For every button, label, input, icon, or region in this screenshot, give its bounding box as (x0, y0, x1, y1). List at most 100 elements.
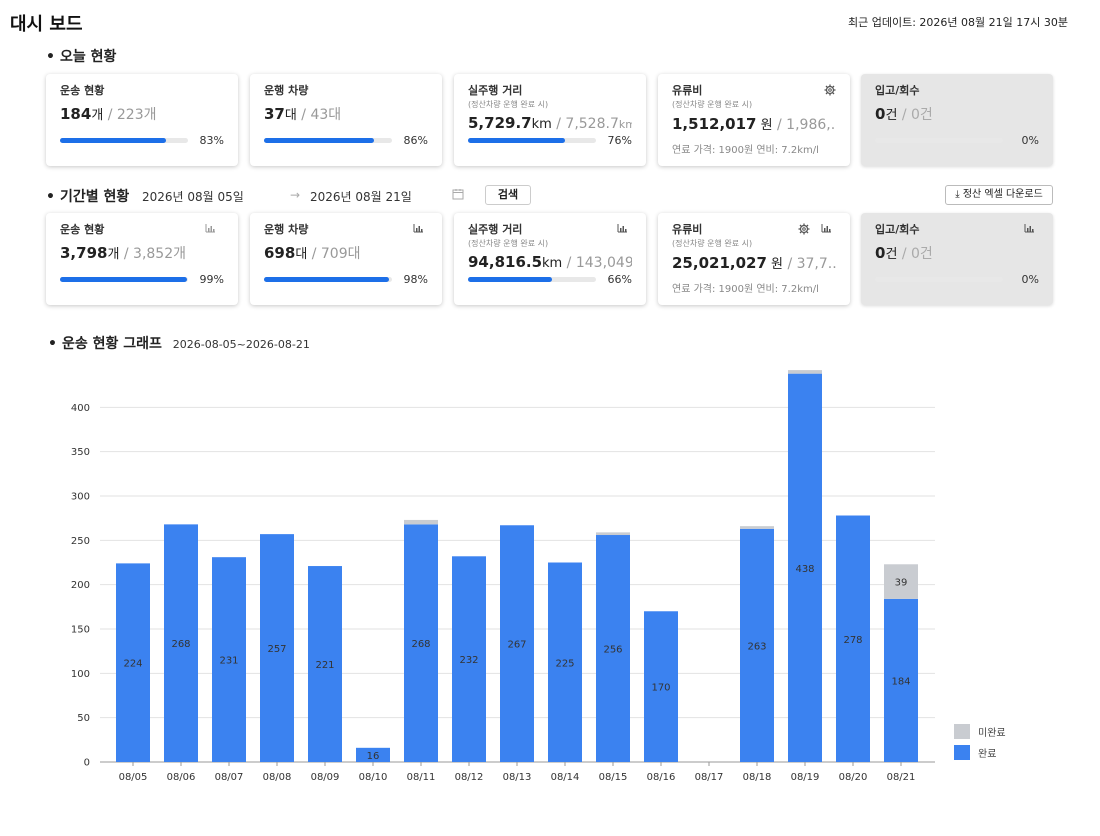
card-value-number: 0 (875, 244, 886, 262)
card-value-unit: km (542, 256, 563, 271)
x-tick-label: 08/21 (887, 772, 916, 783)
card-value-unit: 원 (756, 118, 773, 133)
progress-track (875, 277, 1003, 282)
card-vehicle-period: 운행 차량 698대 / 709대 98% (250, 213, 442, 305)
bullet-icon: • (46, 189, 55, 205)
card-value-total: / 37,7... (783, 256, 836, 272)
card-value-unit: 건 (885, 108, 898, 123)
progress-bar: 76% (468, 134, 632, 147)
x-tick-label: 08/07 (215, 772, 244, 783)
card-value-total: / 7,528.7km (552, 116, 632, 132)
delivery-status-chart: 0 50 100 150 200 250 300 350 400 224 08/05 268 08/06… (0, 360, 1100, 800)
card-subtitle: (정산차량 운행 완료 시) (672, 239, 753, 248)
bar-value-label: 438 (795, 564, 814, 575)
card-total-unit: km (618, 118, 632, 131)
bar-value-label: 278 (843, 635, 862, 646)
card-value-total: / 0건 (897, 246, 933, 262)
section-title-chart: • 운송 현황 그래프 2026-08-05~2026-08-21 (48, 333, 310, 353)
bar-value-label: 224 (123, 659, 142, 670)
card-distance-today: 실주행 거리 (정산차량 운행 완료 시) 5,729.7km / 7,528.7k… (454, 74, 646, 166)
card-value-total: / 3,852개 (119, 246, 186, 262)
card-total-text: / 7,528.7 (551, 116, 619, 132)
x-tick-label: 08/08 (263, 772, 292, 783)
calendar-icon[interactable] (452, 188, 464, 203)
progress-track (468, 277, 596, 282)
card-value-total: / 43대 (297, 107, 341, 123)
bar-chart-icon[interactable] (205, 223, 216, 236)
progress-bar: 86% (264, 134, 428, 147)
search-button[interactable]: 검색 (485, 185, 531, 205)
progress-bar: 66% (468, 273, 632, 286)
card-delivery-today: 운송 현황 184개 / 223개 83% (46, 74, 238, 166)
card-value-number: 1,512,017 (672, 115, 757, 133)
progress-percent: 83% (199, 134, 224, 147)
card-title: 실주행 거리 (468, 84, 523, 97)
card-delivery-period: 운송 현황 3,798개 / 3,852개 99% (46, 213, 238, 305)
x-tick-label: 08/17 (695, 772, 724, 783)
card-value: 184개 / 223개 (60, 104, 224, 124)
bar-chart-icon[interactable] (1024, 223, 1035, 236)
card-total-text: / 37,7... (783, 256, 836, 272)
card-value: 0건 / 0건 (875, 243, 1039, 263)
card-value-number: 698 (264, 244, 296, 262)
bar-chart-icon[interactable] (617, 223, 628, 236)
x-tick-label: 08/15 (599, 772, 628, 783)
excel-download-button[interactable]: ⤓ 정산 엑셀 다운로드 (945, 185, 1053, 205)
card-title: 입고/회수 (875, 84, 920, 97)
legend-swatch-complete (954, 745, 970, 760)
card-subtitle: (정산차량 운행 완료 시) (672, 100, 753, 109)
end-date-input[interactable]: 2026년 08월 21일 (310, 188, 412, 205)
settings-gear-icon[interactable] (798, 223, 810, 238)
card-total-text: / 709대 (307, 246, 361, 262)
card-return-today: 입고/회수 0건 / 0건 0% (861, 74, 1053, 166)
y-tick-label: 250 (71, 536, 90, 547)
start-date-input[interactable]: 2026년 08월 05일 (142, 188, 244, 205)
bullet-icon: • (46, 49, 55, 65)
progress-track (60, 138, 188, 143)
card-subtitle: (정산차량 운행 완료 시) (468, 239, 549, 248)
x-tick-label: 08/20 (839, 772, 868, 783)
bar-value-label: 231 (219, 656, 238, 667)
progress-percent: 86% (403, 134, 428, 147)
x-tick-label: 08/05 (119, 772, 148, 783)
card-value-total: / 1,986,... (773, 117, 836, 133)
x-tick-label: 08/14 (551, 772, 580, 783)
bar-value-label: 268 (411, 639, 430, 650)
last-update-text: 최근 업데이트: 2026년 08월 21일 17시 30분 (848, 16, 1068, 29)
settings-gear-icon[interactable] (824, 84, 836, 99)
progress-track (875, 138, 1003, 143)
x-tick-label: 08/10 (359, 772, 388, 783)
y-tick-label: 150 (71, 625, 90, 636)
card-value-unit: 대 (295, 247, 308, 262)
progress-percent: 99% (199, 273, 224, 286)
bar-chart-svg: 0 50 100 150 200 250 300 350 400 224 08/05 268 08/06… (71, 370, 1006, 783)
progress-percent: 98% (403, 273, 428, 286)
card-value-total: / 709대 (307, 246, 361, 262)
card-value-unit: 개 (107, 247, 120, 262)
bar-value-label: 256 (603, 645, 622, 656)
bar-chart-icon[interactable] (413, 223, 424, 236)
section-title-period-label: 기간별 현황 (59, 189, 130, 205)
card-value: 94,816.5km / 143,049... (468, 253, 632, 271)
section-title-today: • 오늘 현황 (46, 46, 116, 66)
card-value: 5,729.7km / 7,528.7km (468, 114, 632, 132)
card-value-number: 184 (60, 105, 92, 123)
card-value-total: / 143,049... (562, 255, 632, 271)
card-value-unit: 대 (284, 108, 297, 123)
bar-incomplete (596, 532, 630, 536)
card-value-unit: km (531, 117, 552, 132)
card-value-number: 94,816.5 (468, 253, 543, 271)
progress-bar: 83% (60, 134, 224, 147)
progress-percent: 0% (1021, 134, 1039, 147)
bar-incomplete (740, 526, 774, 529)
section-title-today-label: 오늘 현황 (59, 49, 117, 65)
card-value-number: 0 (875, 105, 886, 123)
card-total-text: / 1,986,... (777, 117, 836, 133)
y-tick-label: 400 (71, 403, 90, 414)
bar-incomplete (404, 519, 438, 525)
progress-fill (60, 138, 167, 143)
card-title: 운송 현황 (60, 223, 105, 236)
bar-value-label: 221 (315, 660, 334, 671)
bar-chart-icon[interactable] (821, 223, 832, 236)
bar-value-label: 225 (555, 658, 574, 669)
